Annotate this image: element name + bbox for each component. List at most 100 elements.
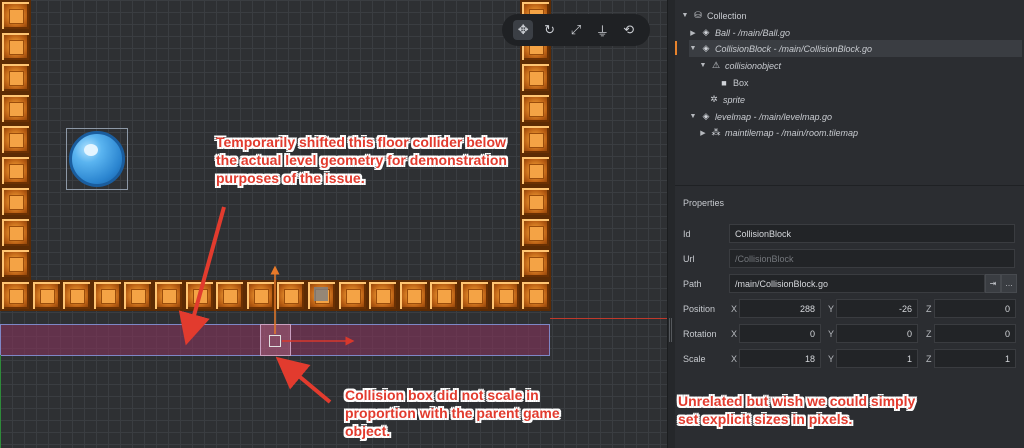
expand-triangle-icon[interactable]: ▼ — [689, 45, 697, 52]
expand-triangle-icon[interactable]: ▼ — [699, 62, 707, 69]
scale-z-field[interactable]: 1 — [934, 349, 1016, 368]
y-axis-guide — [0, 355, 1, 448]
left-brick-wall — [0, 0, 31, 310]
position-x-label: X — [731, 304, 738, 314]
expand-triangle-icon[interactable]: ▼ — [689, 113, 697, 120]
floor-brick-tile — [367, 280, 399, 311]
selection-indicator — [675, 41, 677, 55]
goto-path-button[interactable]: ⇥ — [985, 274, 1001, 293]
rotation-y-field[interactable]: 0 — [836, 324, 918, 343]
box-shape-icon: ■ — [721, 77, 727, 88]
url-field: /CollisionBlock — [729, 249, 1015, 268]
tree-item-ball[interactable]: ▶ ◈ Ball - /main/Ball.go — [689, 24, 790, 41]
floor-brick-tile — [336, 280, 368, 311]
tree-item-label: Ball - /main/Ball.go — [715, 27, 791, 38]
position-x-field[interactable]: 288 — [739, 299, 821, 318]
expand-triangle-icon[interactable]: ▼ — [681, 12, 689, 19]
scene-viewport[interactable]: ✥ ↻ ⤢ ⏚ ⟲ Temporarily shifted this floor… — [0, 0, 667, 448]
outline-panel: ▼ ⛁ Collection ▶ ◈ Ball - /main/Ball.go … — [675, 0, 1024, 180]
scale-tool-icon[interactable]: ⤢ — [566, 20, 586, 40]
position-z-field[interactable]: 0 — [934, 299, 1016, 318]
id-field[interactable]: CollisionBlock — [729, 224, 1015, 243]
collapsed-triangle-icon[interactable]: ▶ — [689, 29, 697, 37]
floor-brick-tile — [459, 280, 490, 311]
left-wall-brick-tile — [0, 186, 31, 217]
floor-brick-tile — [520, 280, 552, 311]
rotation-y-label: Y — [828, 329, 835, 339]
scale-y-field[interactable]: 1 — [836, 349, 918, 368]
scale-x-label: X — [731, 354, 738, 364]
collection-icon: ⛁ — [694, 10, 702, 20]
right-wall-brick-tile — [520, 248, 551, 279]
browse-path-button[interactable]: … — [1001, 274, 1017, 293]
tree-item-sprite[interactable]: ✲ sprite — [709, 91, 745, 108]
floor-brick-tile — [214, 280, 246, 311]
rotation-z-label: Z — [926, 329, 932, 339]
tree-item-label: levelmap - /main/levelmap.go — [715, 111, 833, 122]
floor-brick-tile — [91, 280, 123, 311]
right-wall-brick-tile — [520, 124, 551, 155]
tree-item-label: sprite — [723, 94, 746, 105]
scale-label: Scale — [683, 354, 706, 364]
rotation-label: Rotation — [683, 329, 717, 339]
scale-z-label: Z — [926, 354, 932, 364]
brick-floor — [0, 280, 552, 311]
floor-annotation: Temporarily shifted this floor collider … — [216, 134, 507, 186]
right-wall-brick-tile — [520, 62, 551, 93]
visibility-filter-icon[interactable]: ⏚ — [592, 20, 612, 40]
move-tool-icon[interactable]: ✥ — [513, 20, 534, 40]
collapsed-triangle-icon[interactable]: ▶ — [699, 129, 707, 137]
floor-brick-tile — [183, 280, 215, 311]
tree-item-levelmap[interactable]: ▼ ◈ levelmap - /main/levelmap.go — [689, 108, 833, 125]
left-wall-brick-tile — [0, 248, 31, 279]
rotation-x-field[interactable]: 0 — [739, 324, 821, 343]
tree-item-label: maintilemap - /main/room.tilemap — [725, 127, 859, 138]
splitter-grip[interactable] — [669, 318, 672, 342]
right-wall-brick-tile — [520, 155, 551, 186]
camera-reset-icon[interactable]: ⟲ — [619, 20, 639, 40]
game-object-icon: ◈ — [702, 43, 710, 53]
floor-brick-tile — [428, 280, 460, 311]
tree-item-maintilemap[interactable]: ▶ ⁂ maintilemap - /main/room.tilemap — [699, 124, 858, 141]
right-brick-wall — [520, 0, 551, 310]
game-object-icon: ◈ — [702, 27, 710, 37]
rotation-z-field[interactable]: 0 — [934, 324, 1016, 343]
left-wall-brick-tile — [0, 93, 31, 124]
path-field[interactable]: /main/CollisionBlock.go — [729, 274, 985, 293]
right-wall-brick-tile — [520, 217, 551, 248]
game-object-icon: ◈ — [702, 111, 710, 121]
floor-brick-tile — [0, 280, 31, 311]
scale-x-field[interactable]: 18 — [739, 349, 821, 368]
tree-item-collisionobject[interactable]: ▼ ⚠ collisionobject — [699, 57, 782, 74]
ball-selection-box[interactable] — [66, 128, 128, 190]
floor-brick-tile — [153, 280, 184, 311]
tree-item-label: CollisionBlock - /main/CollisionBlock.go — [715, 43, 873, 54]
floor-brick-tile — [489, 280, 521, 311]
tilemap-icon: ⁂ — [711, 127, 721, 137]
sprite-icon: ✲ — [710, 94, 718, 104]
right-wall-brick-tile — [520, 93, 551, 124]
tree-item-label: collisionobject — [725, 60, 782, 71]
floor-brick-tile — [122, 280, 154, 311]
tree-item-box[interactable]: ■ Box — [719, 74, 748, 91]
rotation-x-label: X — [731, 329, 738, 339]
collision-object-icon: ⚠ — [711, 60, 721, 70]
floor-brick-tile — [275, 280, 307, 311]
floor-brick-tile — [244, 280, 276, 311]
tree-item-collection[interactable]: ▼ ⛁ Collection — [681, 7, 747, 24]
left-wall-brick-tile — [0, 155, 31, 186]
position-y-field[interactable]: -26 — [836, 299, 918, 318]
rotate-tool-icon[interactable]: ↻ — [540, 20, 560, 40]
id-label: Id — [683, 229, 691, 239]
floor-brick-tile — [397, 280, 429, 311]
ball-sprite[interactable] — [69, 131, 125, 187]
collision-annotation: Collision box did not scale in proportio… — [345, 387, 560, 439]
left-wall-brick-tile — [0, 217, 31, 248]
panel-splitter[interactable] — [667, 0, 675, 448]
pivot-marker — [314, 287, 328, 301]
tree-item-collisionblock[interactable]: ▼ ◈ CollisionBlock - /main/CollisionBloc… — [689, 40, 1022, 57]
move-handle-center[interactable] — [269, 335, 281, 347]
scale-annotation: Unrelated but wish we could simply set e… — [678, 393, 916, 427]
position-y-label: Y — [828, 304, 835, 314]
floor-brick-tile — [30, 280, 62, 311]
